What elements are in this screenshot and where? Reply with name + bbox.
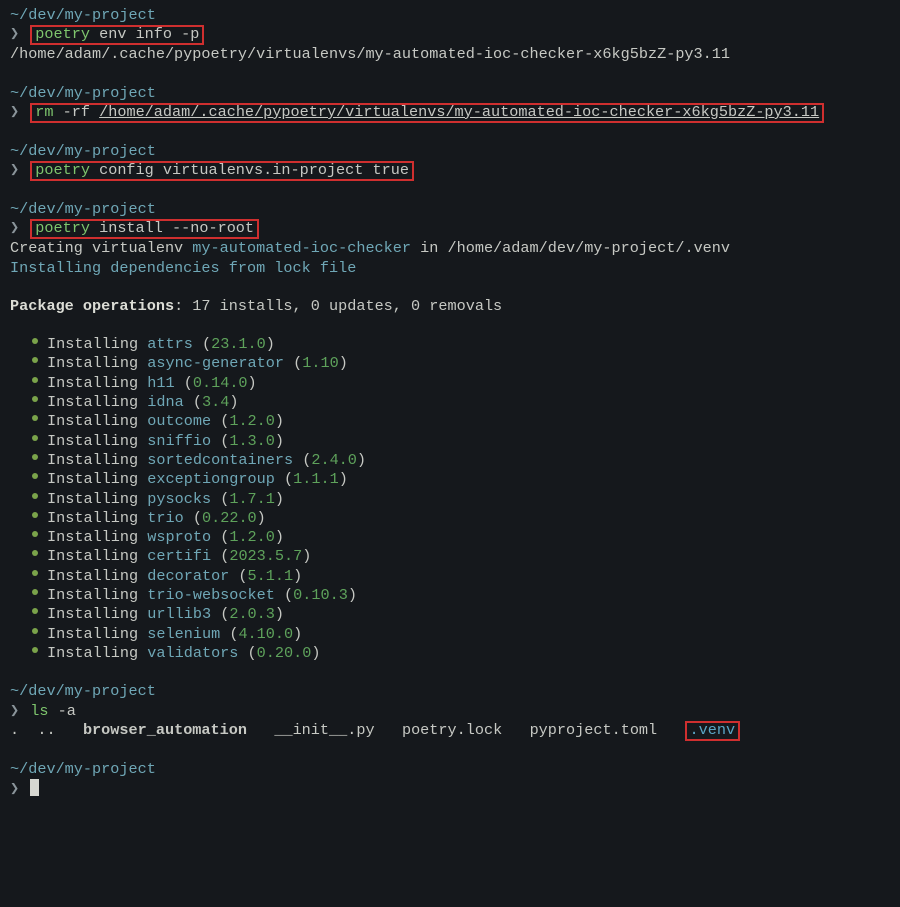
package-row: Installing trio-websocket (0.10.3) [10, 586, 890, 605]
bullet-icon [32, 550, 38, 556]
bullet-icon [32, 415, 38, 421]
bullet-icon [32, 377, 38, 383]
env-info-output: /home/adam/.cache/pypoetry/virtualenvs/m… [10, 45, 890, 64]
package-ops-line: Package operations: 17 installs, 0 updat… [10, 297, 890, 316]
package-row: Installing sniffio (1.3.0) [10, 432, 890, 451]
install-deps-line: Installing dependencies from lock file [10, 259, 356, 277]
package-row: Installing async-generator (1.10) [10, 354, 890, 373]
highlight-rm: rm -rf /home/adam/.cache/pypoetry/virtua… [30, 103, 824, 123]
bullet-icon [32, 435, 38, 441]
bullet-icon [32, 396, 38, 402]
package-row: Installing decorator (5.1.1) [10, 567, 890, 586]
bullet-icon [32, 589, 38, 595]
package-row: Installing h11 (0.14.0) [10, 374, 890, 393]
cwd-path: ~/dev/my-project [10, 200, 156, 218]
package-row: Installing selenium (4.10.0) [10, 625, 890, 644]
bullet-icon [32, 647, 38, 653]
bullet-icon [32, 512, 38, 518]
cwd-path: ~/dev/my-project [10, 6, 156, 24]
active-prompt[interactable]: ❯ [10, 779, 890, 799]
bullet-icon [32, 338, 38, 344]
package-row: Installing exceptiongroup (1.1.1) [10, 470, 890, 489]
bullet-icon [32, 628, 38, 634]
ls-output: . .. browser_automation __init__.py poet… [10, 721, 890, 741]
cmd-install: ❯ poetry install --no-root [10, 219, 890, 239]
bullet-icon [32, 570, 38, 576]
highlight-env-info: poetry env info -p [30, 25, 204, 45]
cwd-path: ~/dev/my-project [10, 142, 156, 160]
package-row: Installing outcome (1.2.0) [10, 412, 890, 431]
cwd-path: ~/dev/my-project [10, 84, 156, 102]
bullet-icon [32, 454, 38, 460]
package-row: Installing wsproto (1.2.0) [10, 528, 890, 547]
cmd-config: ❯ poetry config virtualenvs.in-project t… [10, 161, 890, 181]
cmd-rm: ❯ rm -rf /home/adam/.cache/pypoetry/virt… [10, 103, 890, 123]
package-row: Installing sortedcontainers (2.4.0) [10, 451, 890, 470]
package-row: Installing validators (0.20.0) [10, 644, 890, 663]
cwd-path: ~/dev/my-project [10, 760, 156, 778]
highlight-venv: .venv [685, 721, 741, 741]
bullet-icon [32, 608, 38, 614]
bullet-icon [32, 357, 38, 363]
bullet-icon [32, 493, 38, 499]
highlight-install: poetry install --no-root [30, 219, 259, 239]
bullet-icon [32, 531, 38, 537]
cmd-env-info: ❯ poetry env info -p [10, 25, 890, 45]
bullet-icon [32, 473, 38, 479]
package-list: Installing attrs (23.1.0)Installing asyn… [10, 335, 890, 663]
package-row: Installing urllib3 (2.0.3) [10, 605, 890, 624]
prompt-char: ❯ [10, 25, 19, 43]
package-row: Installing idna (3.4) [10, 393, 890, 412]
package-row: Installing trio (0.22.0) [10, 509, 890, 528]
package-row: Installing attrs (23.1.0) [10, 335, 890, 354]
creating-venv-line: Creating virtualenv my-automated-ioc-che… [10, 239, 890, 258]
package-row: Installing pysocks (1.7.1) [10, 490, 890, 509]
cmd-ls: ❯ ls -a [10, 702, 890, 721]
cursor [30, 779, 39, 796]
cwd-path: ~/dev/my-project [10, 682, 156, 700]
package-row: Installing certifi (2023.5.7) [10, 547, 890, 566]
highlight-config: poetry config virtualenvs.in-project tru… [30, 161, 414, 181]
